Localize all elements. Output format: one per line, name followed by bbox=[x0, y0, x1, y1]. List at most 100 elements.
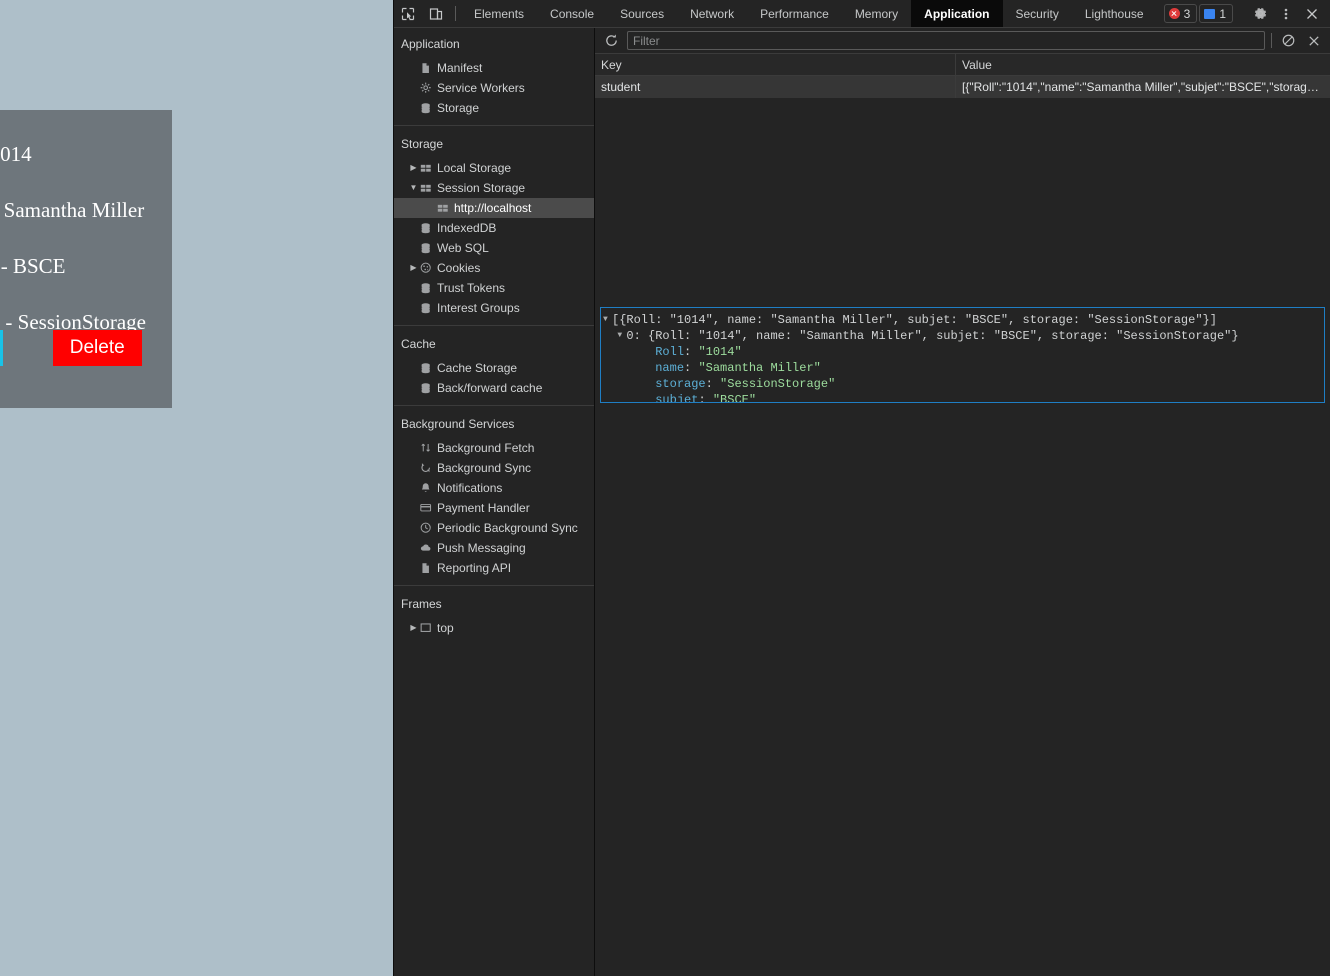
preview-text: : bbox=[684, 360, 698, 376]
sidebar-item-label: Periodic Background Sync bbox=[437, 521, 578, 536]
sidebar-section-title: Frames bbox=[394, 594, 594, 618]
sidebar-item-background-fetch[interactable]: ▶Background Fetch bbox=[394, 438, 594, 458]
preview-text: : bbox=[684, 344, 698, 360]
preview-text: , storage: bbox=[1008, 312, 1087, 328]
error-icon bbox=[1169, 8, 1180, 19]
sidebar-section-frames: Frames ▶ top bbox=[394, 585, 594, 638]
tab-elements[interactable]: Elements bbox=[461, 0, 537, 27]
manifest-file-icon bbox=[420, 62, 437, 75]
chevron-right-icon[interactable]: ▶ bbox=[408, 164, 419, 172]
sidebar-item-label: Service Workers bbox=[437, 81, 525, 96]
table-row[interactable]: student[{"Roll":"1014","name":"Samantha … bbox=[595, 76, 1330, 98]
tab-lighthouse[interactable]: Lighthouse bbox=[1072, 0, 1157, 27]
preview-text: "1014" bbox=[698, 328, 741, 344]
filter-input[interactable] bbox=[627, 31, 1265, 50]
chevron-down-icon[interactable]: ▼ bbox=[603, 312, 612, 328]
sidebar-item-session-storage[interactable]: ▼Session Storage bbox=[394, 178, 594, 198]
table-body: student[{"Roll":"1014","name":"Samantha … bbox=[595, 76, 1330, 300]
kebab-menu-icon[interactable] bbox=[1274, 2, 1298, 26]
value-preview-panel[interactable]: ▼[{Roll: "1014", name: "Samantha Miller"… bbox=[600, 307, 1325, 403]
chevron-right-icon[interactable]: ▶ bbox=[408, 624, 419, 632]
sidebar-section-title: Storage bbox=[394, 134, 594, 158]
sidebar-item-manifest[interactable]: ▶Manifest bbox=[394, 58, 594, 78]
table-cell-key[interactable]: student bbox=[595, 80, 955, 94]
edit-button[interactable]: Edit bbox=[0, 330, 3, 366]
chevron-right-icon[interactable]: ▶ bbox=[408, 264, 419, 272]
preview-indent bbox=[603, 392, 632, 403]
sidebar-item-http-localhost[interactable]: ▶http://localhost bbox=[394, 198, 594, 218]
table-cell-value[interactable]: [{"Roll":"1014","name":"Samantha Miller"… bbox=[955, 76, 1330, 98]
sidebar-item-label: top bbox=[437, 621, 454, 636]
tab-performance[interactable]: Performance bbox=[747, 0, 842, 27]
sidebar-section-background-services: Background Services▶Background Fetch▶Bac… bbox=[394, 405, 594, 578]
clear-all-icon[interactable] bbox=[1278, 31, 1298, 51]
sidebar-item-label: Push Messaging bbox=[437, 541, 526, 556]
sidebar-item-label: Local Storage bbox=[437, 161, 511, 176]
device-toolbar-icon[interactable] bbox=[422, 0, 450, 27]
preview-indent-2 bbox=[641, 392, 655, 403]
sidebar-item-payment-handler[interactable]: ▶Payment Handler bbox=[394, 498, 594, 518]
tab-security[interactable]: Security bbox=[1003, 0, 1072, 27]
sidebar-item-trust-tokens[interactable]: ▶Trust Tokens bbox=[394, 278, 594, 298]
preview-text: [{Roll: bbox=[612, 312, 670, 328]
sidebar-item-cookies[interactable]: ▶Cookies bbox=[394, 258, 594, 278]
sidebar-item-periodic-background-sync[interactable]: ▶Periodic Background Sync bbox=[394, 518, 594, 538]
close-icon[interactable] bbox=[1300, 2, 1324, 26]
table-icon bbox=[420, 182, 437, 195]
column-header-value[interactable]: Value bbox=[955, 54, 1330, 75]
preview-indent-2 bbox=[641, 360, 655, 376]
preview-text: , subjet: bbox=[893, 312, 965, 328]
chevron-down-icon[interactable]: ▼ bbox=[617, 328, 626, 344]
sidebar-item-label: Cache Storage bbox=[437, 361, 517, 376]
sidebar-item-reporting-api[interactable]: ▶Reporting API bbox=[394, 558, 594, 578]
sidebar-item-top[interactable]: ▶ top bbox=[394, 618, 594, 638]
web-page-viewport: Roll - 1014 Name - Samantha Miller Cours… bbox=[0, 0, 393, 976]
preview-text: "SessionStorage" bbox=[1087, 312, 1202, 328]
panel-tabs: ElementsConsoleSourcesNetworkPerformance… bbox=[461, 0, 1157, 27]
preview-text: 0: {Roll: bbox=[626, 328, 698, 344]
chevron-down-icon[interactable]: ▼ bbox=[408, 184, 419, 192]
sidebar-item-label: Back/forward cache bbox=[437, 381, 542, 396]
preview-string-value: "Samantha Miller" bbox=[698, 360, 820, 376]
tab-application[interactable]: Application bbox=[911, 0, 1002, 27]
preview-property-key: Roll bbox=[655, 344, 684, 360]
tab-memory[interactable]: Memory bbox=[842, 0, 911, 27]
sidebar-item-storage[interactable]: ▶Storage bbox=[394, 98, 594, 118]
tab-console[interactable]: Console bbox=[537, 0, 607, 27]
message-count-badge[interactable]: 1 bbox=[1199, 4, 1233, 23]
card-line-name: Name - Samantha Miller bbox=[0, 196, 150, 224]
tab-sources[interactable]: Sources bbox=[607, 0, 677, 27]
preview-indent bbox=[603, 376, 632, 392]
application-sidebar[interactable]: Application▶Manifest▶Service Workers▶Sto… bbox=[394, 28, 595, 976]
delete-selected-icon[interactable] bbox=[1304, 31, 1324, 51]
preview-property-key: name bbox=[655, 360, 684, 376]
sidebar-item-local-storage[interactable]: ▶ Local Storage bbox=[394, 158, 594, 178]
preview-indent bbox=[603, 360, 632, 376]
preview-text: "SessionStorage" bbox=[1116, 328, 1231, 344]
preview-indent-2 bbox=[641, 344, 655, 360]
sidebar-item-label: Trust Tokens bbox=[437, 281, 505, 296]
error-count-badge[interactable]: 3 bbox=[1164, 4, 1198, 23]
sidebar-item-cache-storage[interactable]: ▶Cache Storage bbox=[394, 358, 594, 378]
sidebar-item-back-forward-cache[interactable]: ▶Back/forward cache bbox=[394, 378, 594, 398]
refresh-icon[interactable] bbox=[601, 31, 621, 51]
gear-icon[interactable] bbox=[1248, 2, 1272, 26]
tab-network[interactable]: Network bbox=[677, 0, 747, 27]
sidebar-item-service-workers[interactable]: ▶Service Workers bbox=[394, 78, 594, 98]
inspect-cursor-icon[interactable] bbox=[394, 0, 422, 27]
column-header-key[interactable]: Key bbox=[595, 58, 955, 72]
preview-text: "1014" bbox=[670, 312, 713, 328]
sidebar-item-push-messaging[interactable]: ▶Push Messaging bbox=[394, 538, 594, 558]
frame-icon bbox=[420, 622, 437, 635]
sidebar-item-background-sync[interactable]: ▶Background Sync bbox=[394, 458, 594, 478]
sidebar-item-label: http://localhost bbox=[454, 201, 531, 216]
sidebar-item-indexeddb[interactable]: ▶IndexedDB bbox=[394, 218, 594, 238]
sidebar-item-interest-groups[interactable]: ▶Interest Groups bbox=[394, 298, 594, 318]
preview-text: , storage: bbox=[1037, 328, 1116, 344]
delete-button[interactable]: Delete bbox=[53, 330, 142, 366]
sidebar-item-notifications[interactable]: ▶Notifications bbox=[394, 478, 594, 498]
sidebar-item-web-sql[interactable]: ▶Web SQL bbox=[394, 238, 594, 258]
preview-text: , name: bbox=[713, 312, 771, 328]
preview-string-value: "BSCE" bbox=[713, 392, 756, 403]
database-icon bbox=[420, 302, 437, 315]
